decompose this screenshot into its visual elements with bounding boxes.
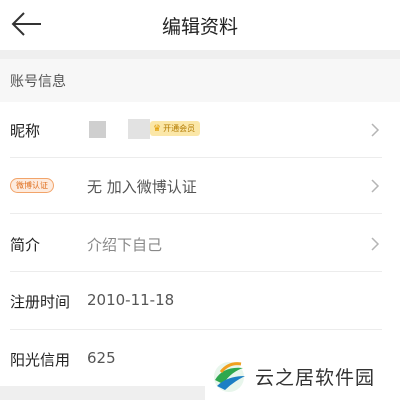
credit-value: 625 — [87, 349, 116, 367]
register-date-row: 注册时间 2010-11-18 — [0, 272, 400, 330]
register-date-value: 2010-11-18 — [87, 291, 175, 309]
vip-badge[interactable]: ♛ 开通会员 — [150, 121, 201, 136]
nav-bar: 编辑资料 — [0, 0, 400, 50]
nickname-value-blurred — [128, 119, 150, 139]
section-title: 账号信息 — [10, 74, 66, 90]
section-gap — [0, 50, 400, 59]
verify-value: 无 加入微博认证 — [87, 178, 197, 196]
vip-badge-label: 开通会员 — [163, 124, 196, 133]
watermark: 云之居软件园 — [205, 352, 400, 400]
verify-row[interactable]: 微博认证 无 加入微博认证 — [0, 158, 400, 214]
credit-label: 阳光信用 — [10, 351, 71, 369]
watermark-logo-icon — [214, 362, 245, 392]
chevron-right-icon — [371, 179, 380, 193]
watermark-text: 云之居软件园 — [255, 367, 376, 389]
nickname-label: 昵称 — [10, 122, 41, 140]
intro-label: 简介 — [10, 236, 41, 254]
intro-row[interactable]: 简介 介绍下自己 — [0, 214, 400, 272]
page-title: 编辑资料 — [161, 16, 238, 38]
intro-value: 介绍下自己 — [87, 236, 163, 254]
section-header: 账号信息 — [0, 59, 400, 102]
avatar — [89, 121, 106, 138]
register-date-label: 注册时间 — [10, 293, 71, 311]
verify-badge: 微博认证 — [10, 178, 54, 193]
vip-crown-icon: ♛ — [153, 124, 162, 134]
chevron-right-icon — [371, 123, 380, 137]
chevron-right-icon — [371, 237, 380, 251]
